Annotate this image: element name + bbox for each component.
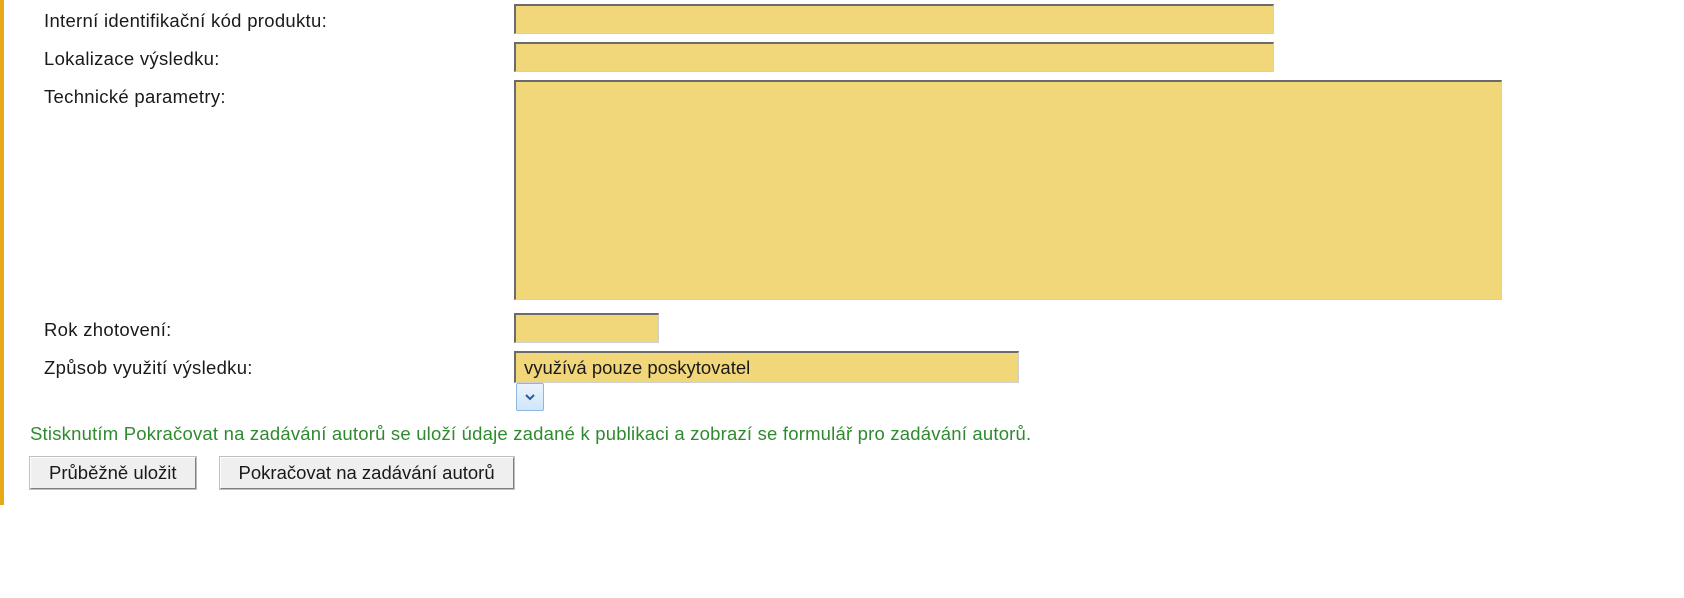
input-localization[interactable] <box>514 42 1274 72</box>
input-internal-code[interactable] <box>514 4 1274 34</box>
row-usage: Způsob využití výsledku: využívá pouze p… <box>4 347 1684 415</box>
row-year: Rok zhotovení: <box>4 309 1684 347</box>
chevron-down-icon[interactable] <box>516 383 544 411</box>
textarea-tech-params[interactable] <box>514 80 1502 300</box>
label-year: Rok zhotovení: <box>44 313 514 341</box>
row-localization: Lokalizace výsledku: <box>4 38 1684 76</box>
label-internal-code: Interní identifikační kód produktu: <box>44 4 514 32</box>
row-tech-params: Technické parametry: <box>4 76 1684 309</box>
row-internal-code: Interní identifikační kód produktu: <box>4 0 1684 38</box>
button-row: Průběžně uložit Pokračovat na zadávání a… <box>4 451 1684 495</box>
label-usage: Způsob využití výsledku: <box>44 351 514 379</box>
label-tech-params: Technické parametry: <box>44 80 514 108</box>
continue-authors-button[interactable]: Pokračovat na zadávání autorů <box>220 457 514 489</box>
select-usage[interactable]: využívá pouze poskytovatel <box>514 351 1052 411</box>
hint-text: Stisknutím Pokračovat na zadávání autorů… <box>4 415 1684 451</box>
select-usage-value[interactable]: využívá pouze poskytovatel <box>514 351 1019 383</box>
label-localization: Lokalizace výsledku: <box>44 42 514 70</box>
input-year[interactable] <box>514 313 659 343</box>
form-page: Interní identifikační kód produktu: Loka… <box>0 0 1684 505</box>
save-draft-button[interactable]: Průběžně uložit <box>30 457 196 489</box>
